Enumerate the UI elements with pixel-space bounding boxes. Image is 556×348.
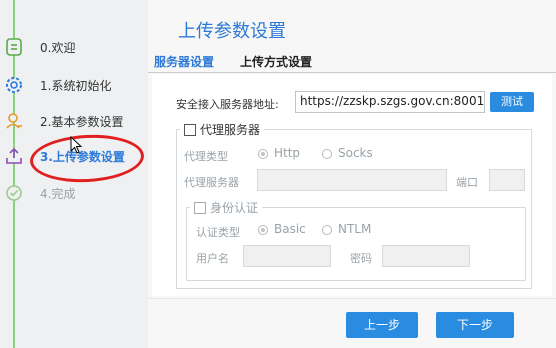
main-content: 上传参数设置 服务器设置 上传方式设置 安全接入服务器地址: https://z… xyxy=(148,0,556,348)
prev-button[interactable]: 上一步 xyxy=(346,312,418,338)
proxy-checkbox-label: 代理服务器 xyxy=(200,123,261,137)
auth-type-label: 认证类型 xyxy=(196,226,240,239)
server-address-input[interactable]: https://zzskp.szgs.gov.cn:8001 xyxy=(295,91,485,113)
port-label: 端口 xyxy=(456,176,478,189)
auth-toggle[interactable]: 身份认证 xyxy=(190,199,263,216)
wizard-step-label: 1.系统初始化 xyxy=(40,79,112,93)
proxy-toggle[interactable]: 代理服务器 xyxy=(180,121,265,138)
username-label: 用户名 xyxy=(196,252,229,265)
password-label: 密码 xyxy=(350,252,372,265)
gear-icon xyxy=(4,75,24,95)
wizard-step-init: 1.系统初始化 xyxy=(0,70,148,100)
auth-type-radio-basic[interactable] xyxy=(258,225,268,235)
next-button[interactable]: 下一步 xyxy=(436,312,514,338)
proxy-server-input[interactable] xyxy=(257,169,447,191)
tab-server-settings[interactable]: 服务器设置 xyxy=(154,53,214,70)
proxy-type-option-socks: Socks xyxy=(338,146,373,160)
proxy-server-label: 代理服务器 xyxy=(184,176,239,189)
auth-type-option-basic: Basic xyxy=(274,222,306,236)
upload-tray-icon xyxy=(4,146,24,166)
user-icon xyxy=(4,111,24,131)
wizard-step-label: 0.欢迎 xyxy=(40,41,76,55)
auth-checkbox-label: 身份认证 xyxy=(210,201,259,215)
wizard-step-basic: 2.基本参数设置 xyxy=(0,106,148,136)
password-input[interactable] xyxy=(382,245,470,267)
proxy-type-radio-socks[interactable] xyxy=(322,149,332,159)
server-address-label: 安全接入服务器地址: xyxy=(176,98,279,111)
username-input[interactable] xyxy=(243,245,331,267)
wizard-step-finish: 4.完成 xyxy=(0,178,148,208)
proxy-type-radio-http[interactable] xyxy=(258,149,268,159)
proxy-type-option-http: Http xyxy=(274,146,301,160)
wizard-step-label: 2.基本参数设置 xyxy=(40,115,124,129)
check-circle-icon xyxy=(4,183,24,203)
tab-bar: 服务器设置 上传方式设置 xyxy=(148,50,556,73)
wizard-step-label: 4.完成 xyxy=(40,187,76,201)
mouse-cursor-icon xyxy=(70,135,84,156)
auth-type-radio-ntlm[interactable] xyxy=(322,225,332,235)
proxy-type-label: 代理类型 xyxy=(184,150,228,163)
test-button[interactable]: 测试 xyxy=(490,92,534,112)
port-input[interactable] xyxy=(489,169,525,191)
auth-type-option-ntlm: NTLM xyxy=(338,222,372,236)
page-title: 上传参数设置 xyxy=(178,21,286,42)
server-settings-panel: 安全接入服务器地址: https://zzskp.szgs.gov.cn:800… xyxy=(152,74,552,296)
auth-group xyxy=(186,207,526,281)
tab-upload-method[interactable]: 上传方式设置 xyxy=(240,53,312,70)
welcome-icon xyxy=(4,37,24,57)
footer-divider xyxy=(148,298,556,299)
proxy-checkbox[interactable] xyxy=(184,123,196,136)
wizard-sidebar: 0.欢迎 1.系统初始化 2.基本参数设置 3.上传参数设置 4.完成 xyxy=(0,0,148,348)
wizard-step-welcome: 0.欢迎 xyxy=(0,32,148,62)
auth-checkbox[interactable] xyxy=(194,201,206,214)
